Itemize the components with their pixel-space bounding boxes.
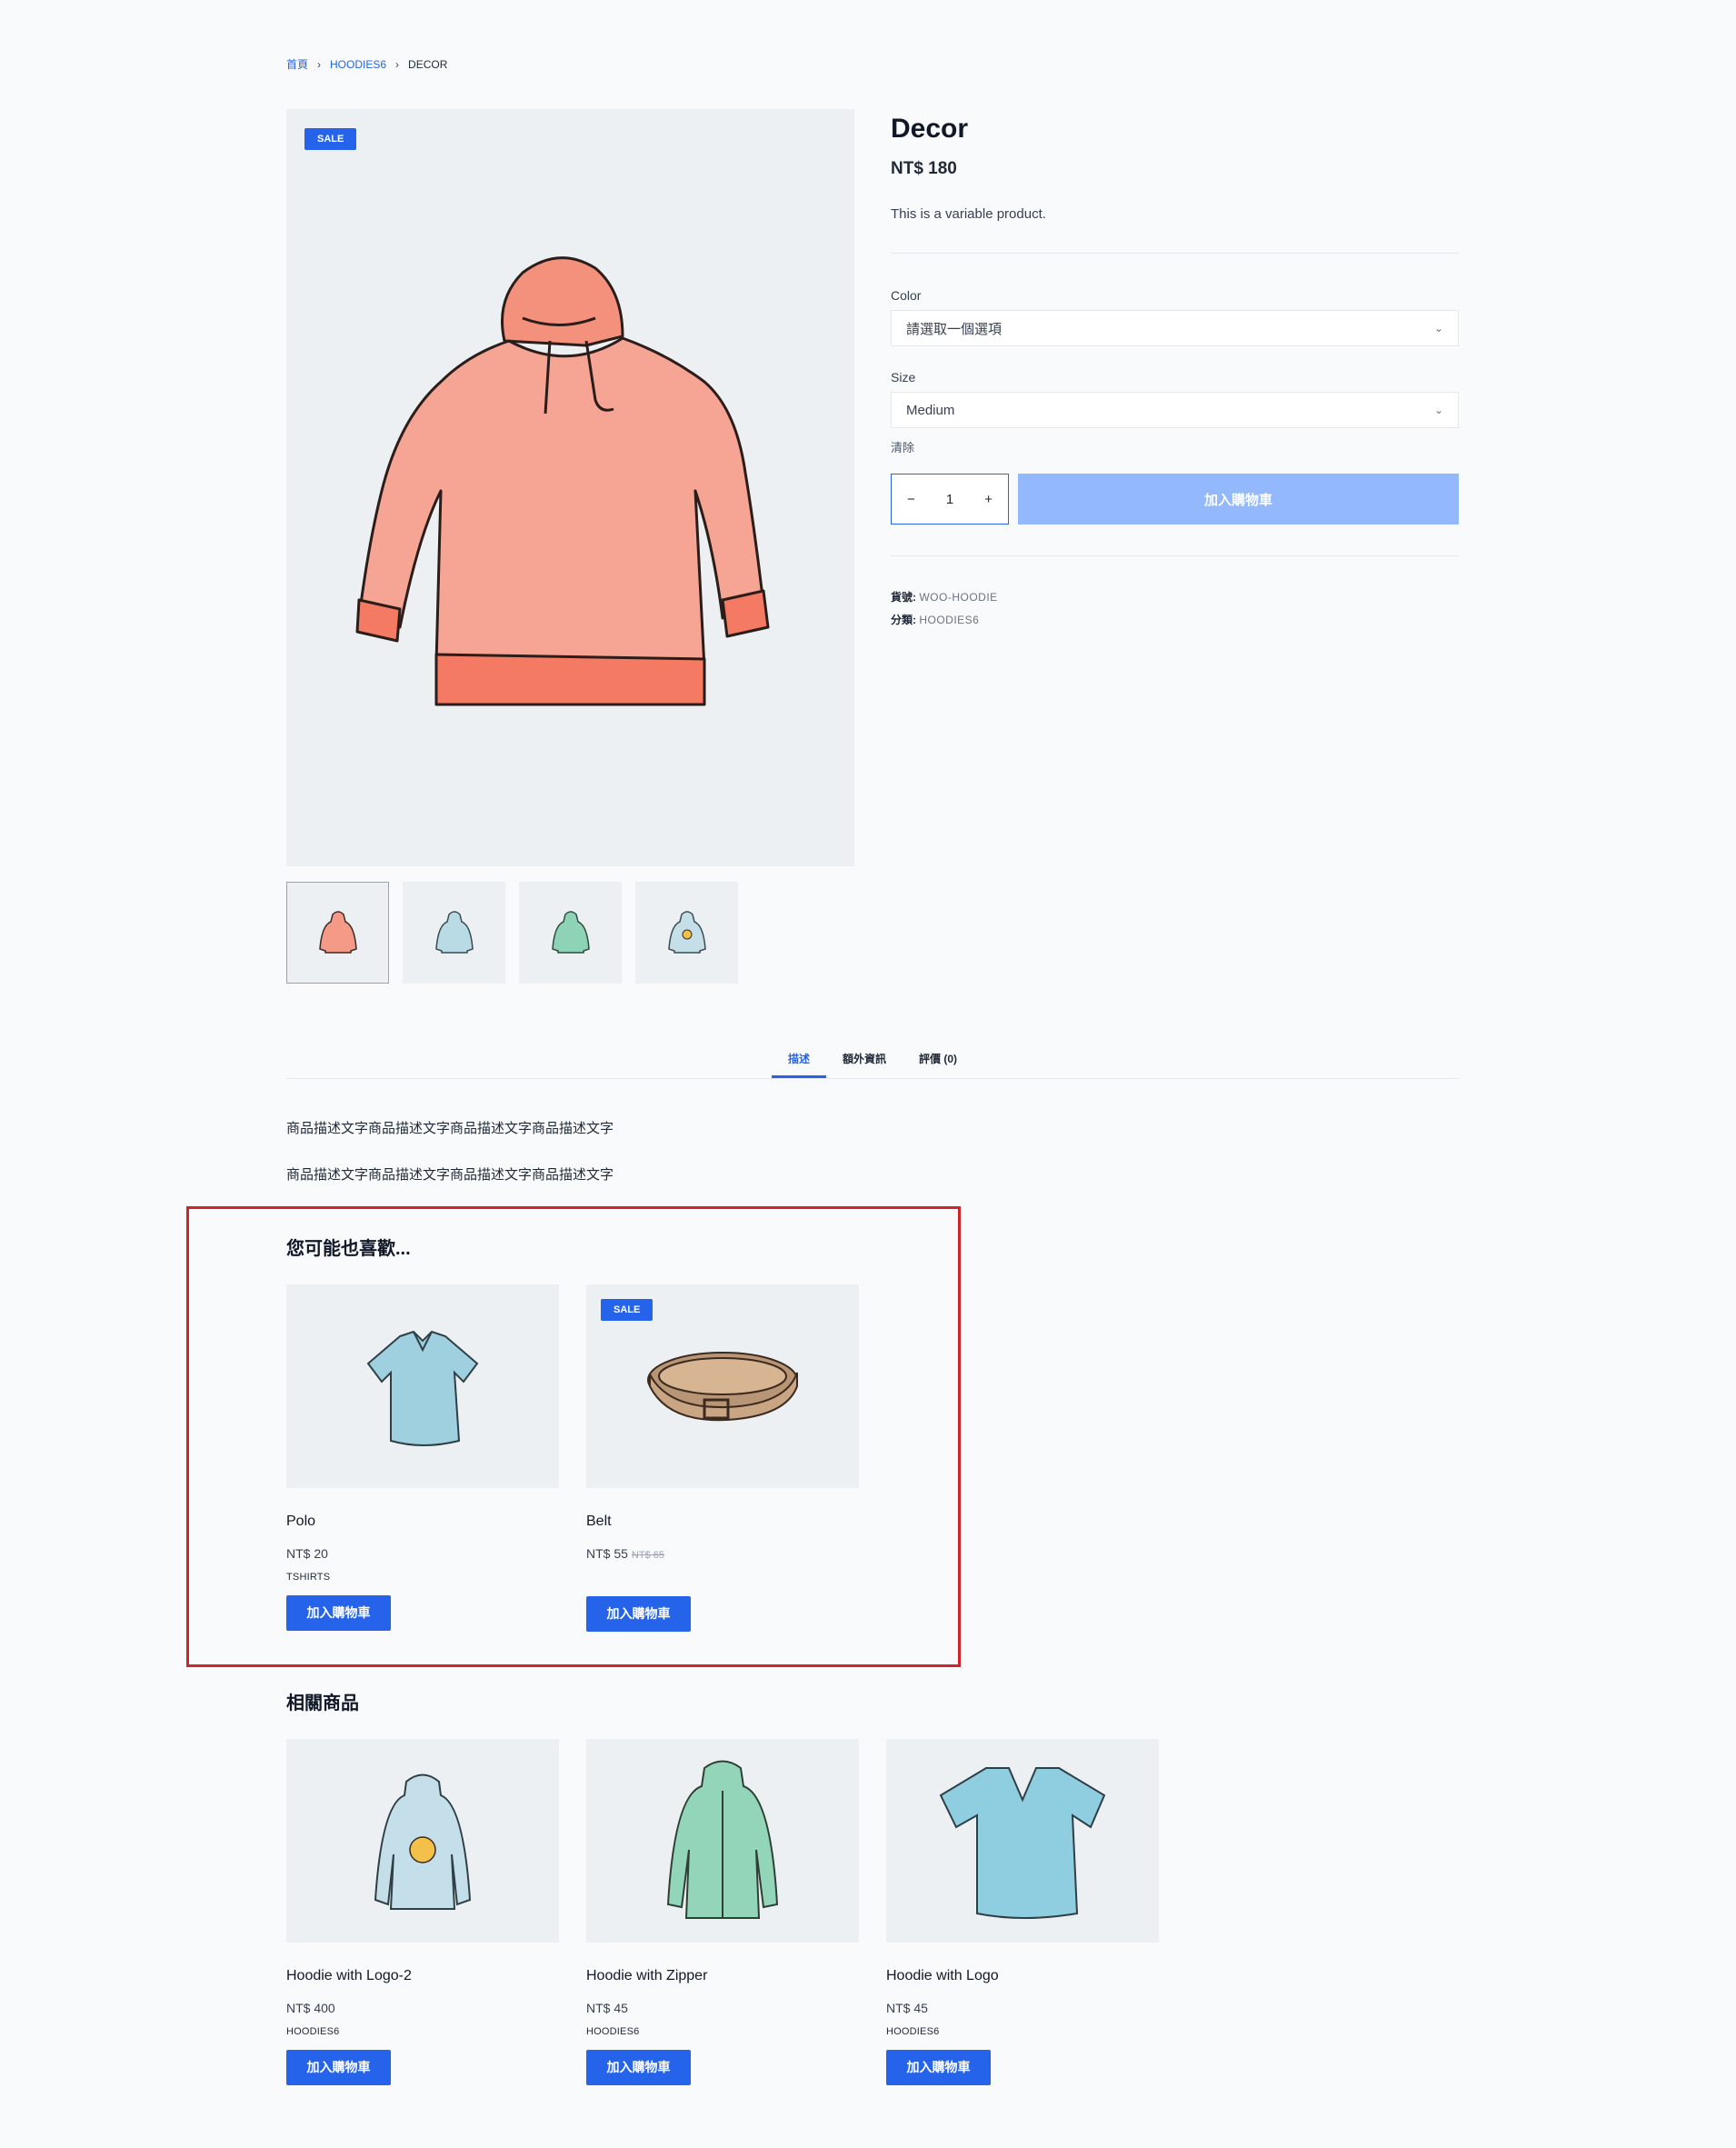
hoodie-thumbnail-icon [318, 911, 357, 954]
tab-description[interactable]: 描述 [788, 1051, 810, 1066]
sale-badge: SALE [304, 128, 357, 150]
product-card: Hoodie with Zipper NT$ 45 HOODIES6 加入購物車 [586, 1739, 859, 2085]
clear-variations-link[interactable]: 清除 [891, 438, 1459, 455]
product-card-category[interactable]: HOODIES6 [886, 2026, 1159, 2037]
product-short-description: This is a variable product. [891, 206, 1046, 222]
sku-value: WOO-HOODIE [919, 591, 998, 604]
product-card: Polo NT$ 20 TSHIRTS 加入購物車 [286, 1284, 559, 1631]
hoodie-image [355, 256, 770, 706]
hoodie-thumbnail-icon [434, 911, 474, 954]
product-card-price: NT$ 45 [586, 2001, 628, 2015]
upsells-title: 您可能也喜歡... [286, 1239, 411, 1259]
size-select[interactable]: Medium ⌄ [891, 392, 1459, 428]
divider [891, 253, 1459, 254]
size-label: Size [891, 370, 916, 385]
related-products-title: 相關商品 [286, 1693, 359, 1713]
hoodie-with-logo-image [374, 1773, 472, 1910]
description-paragraph: 商品描述文字商品描述文字商品描述文字商品描述文字 [286, 1121, 614, 1136]
plus-icon[interactable]: + [984, 492, 993, 507]
product-card-old-price: NT$ 65 [631, 1550, 664, 1561]
product-card: Hoodie with Logo NT$ 45 HOODIES6 加入購物車 [886, 1739, 1159, 2085]
thumbnail-orange-hoodie[interactable] [286, 882, 389, 984]
add-to-cart-button[interactable]: 加入購物車 [286, 1595, 391, 1631]
product-card-price: NT$ 45 [886, 2001, 928, 2015]
product-card-category [586, 1572, 859, 1584]
add-to-cart-button[interactable]: 加入購物車 [1018, 474, 1459, 525]
thumbnail-logo-hoodie[interactable] [635, 882, 738, 984]
add-to-cart-button[interactable]: 加入購物車 [586, 1596, 691, 1632]
breadcrumb: 首頁 › HOODIES6 › DECOR [286, 56, 447, 72]
category-line: 分類: HOODIES6 [891, 612, 1459, 627]
chevron-down-icon: ⌄ [1433, 322, 1443, 335]
product-card-name[interactable]: Hoodie with Logo-2 [286, 1968, 559, 1984]
product-card-name[interactable]: Polo [286, 1514, 559, 1530]
product-card-price: NT$ 20 [286, 1546, 559, 1561]
product-card-image[interactable]: SALE [586, 1284, 859, 1488]
product-card-image[interactable] [586, 1739, 859, 1943]
sku-line: 貨號: WOO-HOODIE [891, 589, 1459, 604]
chevron-right-icon: › [317, 57, 322, 71]
breadcrumb-home-link[interactable]: 首頁 [286, 56, 308, 72]
quantity-stepper[interactable]: − 1 + [891, 474, 1009, 525]
product-main-image[interactable]: SALE [286, 109, 854, 866]
add-to-cart-button[interactable]: 加入購物車 [886, 2050, 991, 2085]
product-card-image[interactable] [886, 1739, 1159, 1943]
product-summary: Decor NT$ 180 This is a variable product… [891, 114, 1459, 627]
add-to-cart-button[interactable]: 加入購物車 [286, 2050, 391, 2085]
product-card-category[interactable]: TSHIRTS [286, 1572, 559, 1583]
v-neck-tshirt-image [939, 1767, 1106, 1919]
color-select-value: 請選取一個選項 [906, 321, 1003, 337]
product-card: Hoodie with Logo-2 NT$ 400 HOODIES6 加入購物… [286, 1739, 559, 2085]
polo-shirt-image [366, 1330, 479, 1446]
chevron-right-icon: › [395, 57, 400, 71]
color-label: Color [891, 288, 922, 303]
hoodie-thumbnail-icon [667, 911, 706, 954]
tab-reviews[interactable]: 評價 (0) [919, 1051, 957, 1066]
product-card-price: NT$ 400 [286, 2001, 335, 2015]
product-card: SALE Belt NT$ 55 NT$ 65 加入購物車 [586, 1284, 859, 1632]
product-card-current-price: NT$ 55 [586, 1546, 628, 1561]
breadcrumb-category-link[interactable]: HOODIES6 [330, 58, 386, 71]
description-paragraph: 商品描述文字商品描述文字商品描述文字商品描述文字 [286, 1167, 614, 1183]
color-select[interactable]: 請選取一個選項 ⌄ [891, 310, 1459, 346]
minus-icon[interactable]: − [907, 492, 915, 507]
active-tab-indicator [772, 1075, 826, 1078]
product-card-current-price: NT$ 20 [286, 1546, 328, 1561]
size-select-value: Medium [906, 402, 955, 418]
thumbnail-green-hoodie[interactable] [519, 882, 622, 984]
sale-badge: SALE [601, 1299, 653, 1321]
tab-additional-info[interactable]: 額外資訊 [843, 1051, 886, 1066]
product-tabs: 描述 額外資訊 評價 (0) [286, 1045, 1459, 1079]
product-card-image[interactable] [286, 1739, 559, 1943]
hoodie-with-zipper-image [666, 1760, 779, 1919]
add-to-cart-button[interactable]: 加入購物車 [586, 2050, 691, 2085]
product-card-category[interactable]: HOODIES6 [286, 2026, 559, 2037]
product-card-name[interactable]: Hoodie with Logo [886, 1968, 1159, 1984]
add-to-cart-row: − 1 + 加入購物車 [891, 474, 1459, 525]
quantity-value[interactable]: 1 [946, 492, 953, 507]
product-card-category[interactable]: HOODIES6 [586, 2026, 859, 2037]
product-title: Decor [891, 114, 969, 144]
divider [891, 555, 1459, 556]
category-link[interactable]: HOODIES6 [919, 614, 979, 626]
product-card-image[interactable] [286, 1284, 559, 1488]
hoodie-thumbnail-icon [551, 911, 590, 954]
category-label: 分類: [891, 614, 916, 626]
belt-image [647, 1352, 798, 1422]
chevron-down-icon: ⌄ [1433, 404, 1443, 416]
sku-label: 貨號: [891, 591, 916, 604]
breadcrumb-current: DECOR [408, 57, 448, 71]
product-card-name[interactable]: Belt [586, 1514, 859, 1530]
product-card-price: NT$ 55 NT$ 65 [586, 1546, 859, 1561]
thumbnail-blue-hoodie[interactable] [403, 882, 505, 984]
product-price: NT$ 180 [891, 159, 957, 178]
thumbnail-strip [286, 882, 738, 984]
product-card-name[interactable]: Hoodie with Zipper [586, 1968, 859, 1984]
